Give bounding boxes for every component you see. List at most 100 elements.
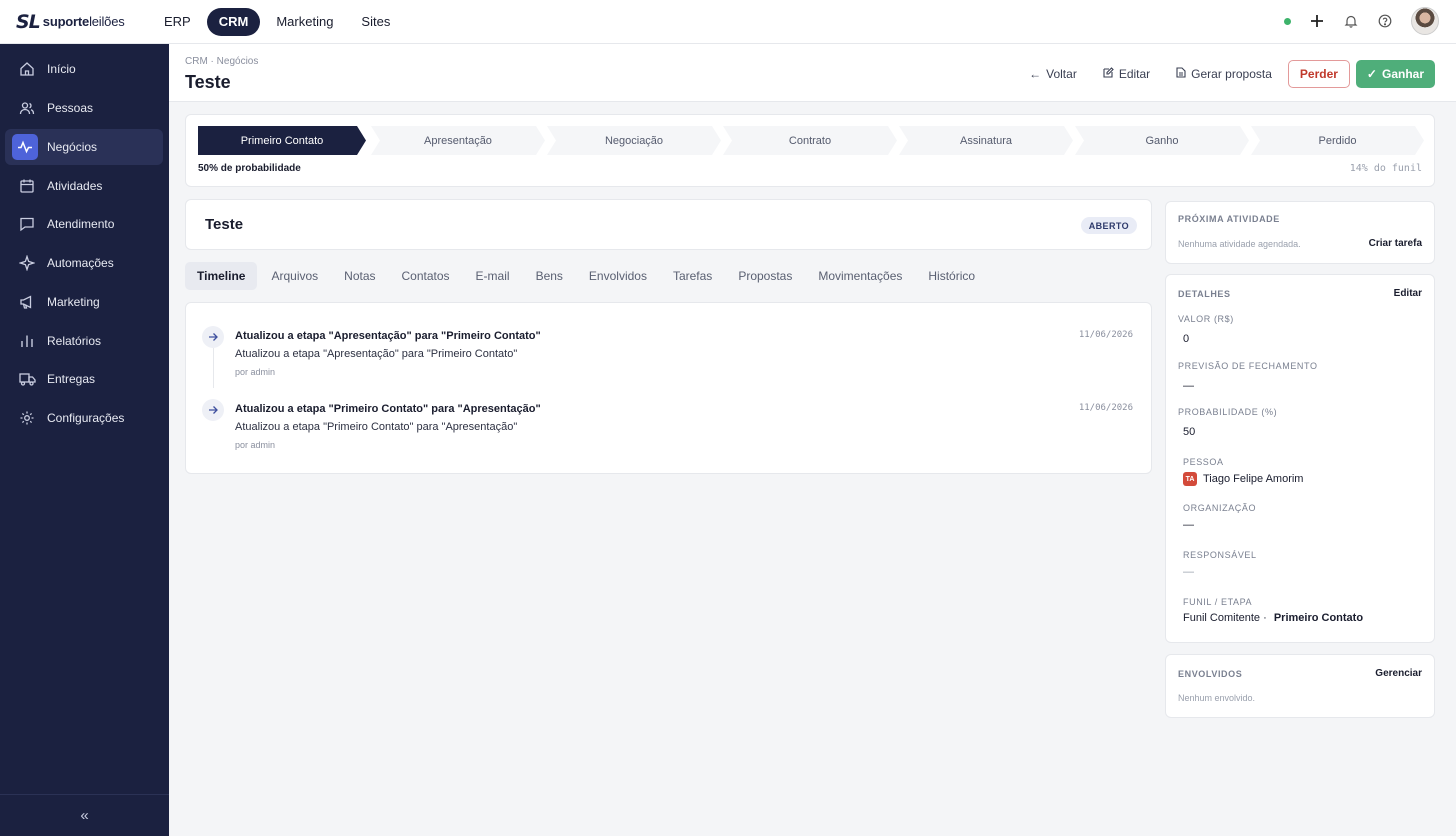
check-icon: ✓: [1366, 67, 1377, 81]
stage-contrato[interactable]: Contrato: [723, 126, 897, 155]
sidebar-item-pessoas[interactable]: Pessoas: [5, 90, 163, 126]
top-bar: SL suporteleilões ERP CRM Marketing Site…: [0, 0, 1456, 44]
win-button[interactable]: ✓ Ganhar: [1355, 60, 1435, 88]
responsavel-label: RESPONSÁVEL: [1183, 550, 1257, 560]
sidebar-item-label: Pessoas: [47, 101, 94, 115]
logo[interactable]: SL suporteleilões: [16, 11, 136, 33]
topnav-sites[interactable]: Sites: [349, 8, 402, 36]
sidebar-item-label: Início: [47, 62, 76, 76]
stage-ganho[interactable]: Ganho: [1075, 126, 1249, 155]
timeline-entry-date: 11/06/2026: [1078, 330, 1133, 340]
topnav-crm[interactable]: CRM: [206, 7, 261, 36]
sidebar-item-automacoes[interactable]: Automações: [5, 245, 163, 281]
manage-envolvidos-link[interactable]: Gerenciar: [1375, 668, 1422, 679]
megaphone-icon: [16, 291, 38, 313]
stage-negociacao[interactable]: Negociação: [547, 126, 721, 155]
timeline-entry-author: por admin: [235, 367, 276, 377]
sidebar-item-atividades[interactable]: Atividades: [5, 168, 163, 204]
details-card: DETALHES Editar VALOR (R$) 0 PREVISÃO DE…: [1165, 274, 1435, 643]
chat-icon: [16, 213, 38, 235]
sparkle-icon: [16, 252, 38, 274]
sidebar-item-label: Negócios: [47, 140, 98, 154]
tab-movimentacoes[interactable]: Movimentações: [806, 262, 914, 290]
lose-button[interactable]: Perder: [1287, 60, 1350, 88]
tab-email[interactable]: E-mail: [464, 262, 522, 290]
breadcrumb[interactable]: CRM · Negócios: [185, 56, 258, 67]
organizacao-value[interactable]: —: [1183, 519, 1194, 531]
tab-notas[interactable]: Notas: [332, 262, 387, 290]
page-title: Teste: [185, 72, 231, 92]
tab-propostas[interactable]: Propostas: [726, 262, 804, 290]
probabilidade-value[interactable]: 50: [1183, 426, 1195, 438]
logo-text: suporteleilões: [42, 14, 125, 29]
sidebar-item-marketing[interactable]: Marketing: [5, 284, 163, 320]
stage-apresentacao[interactable]: Apresentação: [371, 126, 545, 155]
envolvidos-card: ENVOLVIDOS Gerenciar Nenhum envolvido.: [1165, 654, 1435, 718]
envolvidos-empty: Nenhum envolvido.: [1178, 693, 1256, 703]
tab-timeline[interactable]: Timeline: [185, 262, 258, 290]
sidebar-item-relatorios[interactable]: Relatórios: [5, 323, 163, 359]
logo-mark: SL: [16, 10, 41, 33]
stage-assinatura[interactable]: Assinatura: [899, 126, 1073, 155]
organizacao-label: ORGANIZAÇÃO: [1183, 503, 1257, 513]
responsavel-value[interactable]: —: [1183, 566, 1194, 578]
tab-contatos[interactable]: Contatos: [390, 262, 462, 290]
stage-perdido[interactable]: Perdido: [1251, 126, 1424, 155]
bell-icon[interactable]: [1343, 13, 1359, 29]
next-activity-empty: Nenhuma atividade agendada.: [1178, 239, 1301, 249]
sidebar: Início Pessoas Negócios Atividades Atend…: [0, 44, 169, 836]
topnav-marketing[interactable]: Marketing: [264, 8, 345, 36]
user-avatar[interactable]: [1411, 7, 1439, 35]
header-actions: ← Voltar Editar Gerar proposta Perder ✓ …: [1019, 60, 1435, 88]
create-task-link[interactable]: Criar tarefa: [1369, 238, 1422, 249]
edit-details-link[interactable]: Editar: [1394, 288, 1422, 299]
pipeline-card: Primeiro Contato Apresentação Negociação…: [185, 114, 1435, 187]
edit-icon: [1103, 67, 1114, 81]
collapse-sidebar-button[interactable]: «: [0, 794, 169, 836]
sidebar-item-inicio[interactable]: Início: [5, 51, 163, 87]
sidebar-item-atendimento[interactable]: Atendimento: [5, 206, 163, 242]
topnav-erp[interactable]: ERP: [152, 8, 203, 36]
tab-envolvidos[interactable]: Envolvidos: [577, 262, 659, 290]
funnel-percent: 14% do funil: [1349, 163, 1422, 174]
deal-title: Teste: [205, 216, 244, 233]
generate-proposal-button[interactable]: Gerar proposta: [1166, 60, 1282, 88]
funil-etapa-label: FUNIL / ETAPA: [1183, 597, 1253, 607]
pessoa-value[interactable]: TA Tiago Felipe Amorim: [1183, 472, 1303, 486]
pessoa-name: Tiago Felipe Amorim: [1203, 472, 1304, 485]
stage-primeiro-contato[interactable]: Primeiro Contato: [198, 126, 366, 155]
add-icon[interactable]: [1309, 13, 1325, 29]
pipeline-stages: Primeiro Contato Apresentação Negociação…: [198, 126, 1424, 155]
timeline-entry: Atualizou a etapa "Apresentação" para "P…: [186, 326, 1151, 386]
probability-text: 50% de probabilidade: [198, 163, 301, 174]
next-activity-label: PRÓXIMA ATIVIDADE: [1178, 214, 1280, 224]
person-initials-avatar: TA: [1183, 472, 1197, 486]
tab-arquivos[interactable]: Arquivos: [259, 262, 330, 290]
valor-value[interactable]: 0: [1183, 333, 1189, 345]
timeline-entry-title: Atualizou a etapa "Apresentação" para "P…: [235, 330, 541, 342]
tab-historico[interactable]: Histórico: [916, 262, 987, 290]
tab-bens[interactable]: Bens: [524, 262, 575, 290]
funil-etapa-value: Funil Comitente · Primeiro Contato: [1183, 612, 1363, 624]
timeline-entry-title: Atualizou a etapa "Primeiro Contato" par…: [235, 403, 541, 415]
sidebar-item-entregas[interactable]: Entregas: [5, 361, 163, 397]
sidebar-item-configuracoes[interactable]: Configurações: [5, 400, 163, 436]
previsao-value[interactable]: —: [1183, 380, 1194, 392]
probabilidade-label: PROBABILIDADE (%): [1178, 407, 1278, 417]
sidebar-item-label: Configurações: [47, 411, 125, 425]
sidebar-item-label: Relatórios: [47, 334, 102, 348]
valor-label: VALOR (R$): [1178, 314, 1234, 324]
top-nav: ERP CRM Marketing Sites: [152, 7, 402, 36]
arrow-left-icon: ←: [1029, 67, 1042, 81]
deal-tabs: Timeline Arquivos Notas Contatos E-mail …: [185, 262, 987, 290]
tab-tarefas[interactable]: Tarefas: [661, 262, 724, 290]
sidebar-item-label: Atendimento: [47, 217, 115, 231]
back-button[interactable]: ← Voltar: [1019, 60, 1087, 88]
sidebar-item-negocios[interactable]: Negócios: [5, 129, 163, 165]
truck-icon: [16, 368, 38, 390]
timeline-entry-author: por admin: [235, 440, 276, 450]
timeline-entry-description: Atualizou a etapa "Apresentação" para "P…: [235, 348, 518, 360]
page-header: CRM · Negócios Teste ← Voltar Editar Ger…: [169, 44, 1456, 102]
edit-button[interactable]: Editar: [1093, 60, 1160, 88]
help-icon[interactable]: [1377, 13, 1393, 29]
